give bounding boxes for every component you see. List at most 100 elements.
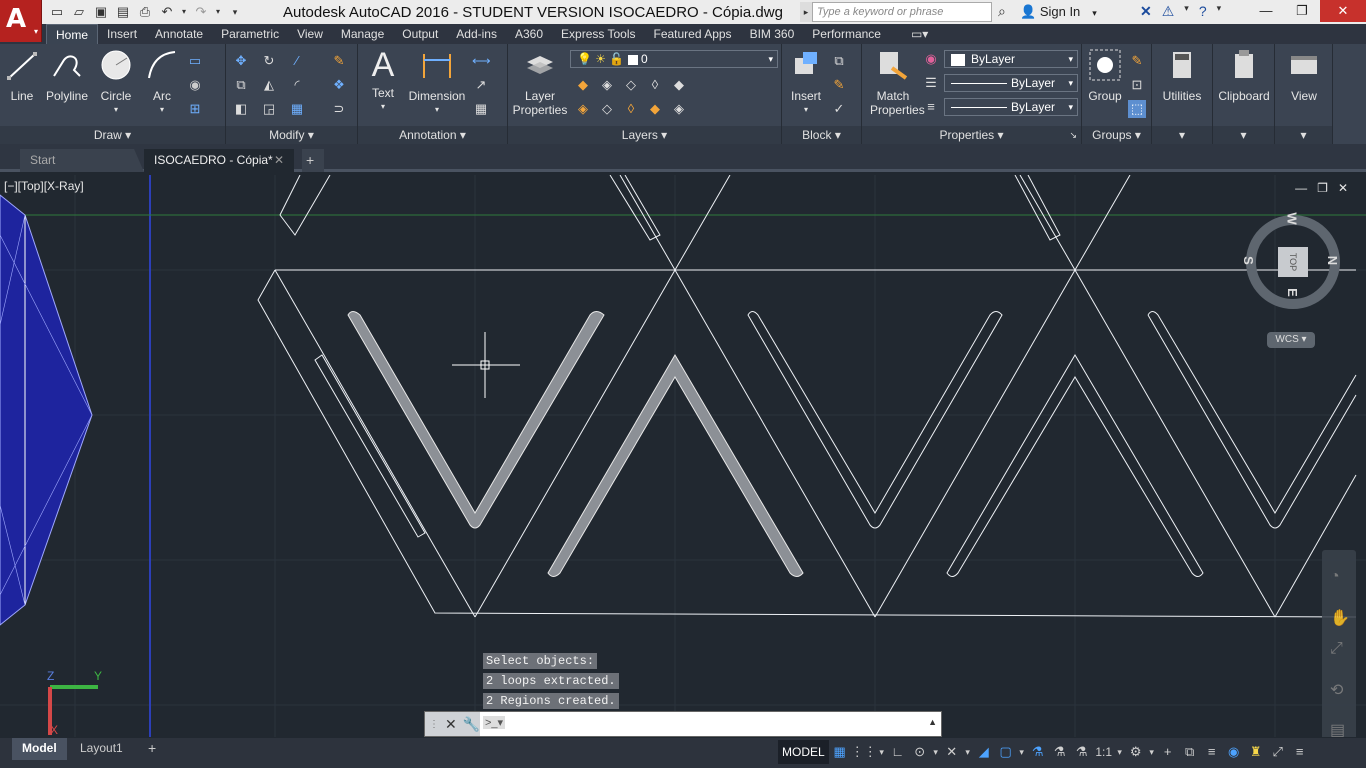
- drawing-canvas[interactable]: [−][Top][X-Ray] — ❐ ✕ TOP W E S N WCS ▾ …: [0, 175, 1366, 737]
- compass-e[interactable]: E: [1285, 288, 1300, 297]
- sign-in-button[interactable]: 👤 Sign In ▾: [1020, 4, 1097, 20]
- tab-express-tools[interactable]: Express Tools: [552, 24, 644, 44]
- erase-icon[interactable]: ✎: [330, 52, 348, 70]
- close-icon[interactable]: ✕: [445, 716, 457, 733]
- command-input[interactable]: [505, 715, 925, 733]
- tab-start[interactable]: Start: [20, 149, 144, 172]
- undo-icon[interactable]: ↶: [158, 3, 176, 21]
- tab-output[interactable]: Output: [393, 24, 447, 44]
- edit-block-icon[interactable]: ✎: [830, 76, 848, 94]
- annotation-monitor-icon[interactable]: +: [1157, 740, 1179, 764]
- chevron-down-icon[interactable]: ▾: [1152, 126, 1212, 144]
- grid-icon[interactable]: ▦: [829, 740, 851, 764]
- trim-icon[interactable]: ⁄: [288, 52, 306, 70]
- fillet-icon[interactable]: ◜: [288, 76, 306, 94]
- drawing-area[interactable]: [0, 175, 1366, 737]
- model-space-button[interactable]: MODEL: [778, 740, 829, 764]
- utilities-panel[interactable]: Utilities ▾: [1152, 44, 1213, 144]
- binoculars-icon[interactable]: ⌕: [998, 3, 1006, 20]
- polar-icon[interactable]: ⊙: [909, 740, 931, 764]
- text-button[interactable]: A Text ▾: [364, 48, 402, 114]
- undo-dropdown-icon[interactable]: ▾: [180, 3, 188, 21]
- offset-icon[interactable]: ⊃: [330, 100, 348, 118]
- layer-tool-6-icon[interactable]: ◈: [574, 100, 592, 118]
- scale-icon[interactable]: ◲: [260, 100, 278, 118]
- viewport-controls-label[interactable]: [−][Top][X-Ray]: [4, 179, 84, 193]
- hardware-acceleration-icon[interactable]: ♜: [1245, 740, 1267, 764]
- block-panel-title[interactable]: Block ▾: [782, 126, 861, 144]
- tab-bim-360[interactable]: BIM 360: [741, 24, 804, 44]
- layer-dropdown[interactable]: 💡 ☀ 🔓 0 ▾: [570, 50, 778, 68]
- layer-tool-1-icon[interactable]: ◆: [574, 76, 592, 94]
- layer-tool-3-icon[interactable]: ◇: [622, 76, 640, 94]
- group-edit-icon[interactable]: ⊡: [1128, 76, 1146, 94]
- lineweight-dropdown[interactable]: ByLayer ▾: [944, 98, 1078, 116]
- group-button[interactable]: Group: [1084, 48, 1126, 103]
- restore-viewport-icon[interactable]: ❐: [1317, 181, 1328, 195]
- annotation-scale-icon[interactable]: ⚗: [1071, 740, 1093, 764]
- annotation-scale-value[interactable]: 1:1: [1093, 740, 1115, 764]
- viewcube-top-face[interactable]: TOP: [1278, 247, 1308, 277]
- mirror-icon[interactable]: ◭: [260, 76, 278, 94]
- command-prompt-icon[interactable]: >_▾: [483, 716, 506, 729]
- a360-icon[interactable]: ⚠: [1162, 3, 1175, 20]
- compass-s[interactable]: S: [1241, 256, 1256, 265]
- zoom-extents-icon[interactable]: ⤢: [1330, 640, 1343, 658]
- add-layout-button[interactable]: +: [138, 738, 166, 760]
- showmotion-icon[interactable]: ▤: [1330, 720, 1345, 737]
- customize-wrench-icon[interactable]: 🔧: [463, 716, 480, 733]
- units-icon[interactable]: ⧉: [1179, 740, 1201, 764]
- tab-featured-apps[interactable]: Featured Apps: [645, 24, 741, 44]
- tab-insert[interactable]: Insert: [98, 24, 146, 44]
- object-snap-tracking-icon[interactable]: ✕: [941, 740, 963, 764]
- layer-properties-button[interactable]: Layer Properties: [512, 48, 568, 117]
- new-tab-button[interactable]: +: [302, 149, 324, 172]
- search-expand-icon[interactable]: ▸: [800, 2, 812, 22]
- workspace-gear-icon[interactable]: ⚙: [1125, 740, 1147, 764]
- ungroup-icon[interactable]: ✎: [1128, 52, 1146, 70]
- line-button[interactable]: Line: [4, 48, 40, 103]
- chevron-down-icon[interactable]: ▾: [877, 740, 887, 764]
- isolate-objects-icon[interactable]: ◉: [1223, 740, 1245, 764]
- clean-screen-icon[interactable]: ⤢: [1267, 740, 1289, 764]
- customize-qat-icon[interactable]: ▾: [226, 3, 244, 21]
- snap-icon[interactable]: ⋮⋮: [851, 740, 877, 764]
- minimize-viewport-icon[interactable]: —: [1295, 181, 1307, 195]
- properties-panel-title[interactable]: Properties ▾ ↘: [862, 126, 1081, 144]
- lineweight-icon[interactable]: ◢: [973, 740, 995, 764]
- view-button[interactable]: View: [1277, 48, 1331, 103]
- block-attrib-icon[interactable]: ✓: [830, 100, 848, 118]
- region-icon[interactable]: ⊞: [186, 100, 204, 118]
- chevron-down-icon[interactable]: ▾: [1217, 3, 1222, 20]
- arc-button[interactable]: Arc ▾: [142, 48, 182, 117]
- utilities-button[interactable]: Utilities: [1154, 48, 1210, 103]
- chevron-down-icon[interactable]: ▾: [1184, 3, 1189, 20]
- layer-tool-2-icon[interactable]: ◈: [598, 76, 616, 94]
- tab-manage[interactable]: Manage: [332, 24, 393, 44]
- chevron-down-icon[interactable]: ▾: [1275, 126, 1332, 144]
- ortho-icon[interactable]: ∟: [887, 740, 909, 764]
- customization-icon[interactable]: ≡: [1289, 740, 1311, 764]
- steering-wheel-icon[interactable]: ◔: [1330, 568, 1340, 586]
- chevron-down-icon[interactable]: ▾: [1213, 126, 1274, 144]
- dimension-button[interactable]: Dimension ▾: [404, 48, 470, 117]
- explode-icon[interactable]: ❖: [330, 76, 348, 94]
- create-block-icon[interactable]: ⧉: [830, 52, 848, 70]
- chevron-down-icon[interactable]: ▾: [1115, 740, 1125, 764]
- layer-tool-10-icon[interactable]: ◈: [670, 100, 688, 118]
- linetype-icon[interactable]: ☰: [922, 74, 940, 92]
- annotation-panel-title[interactable]: Annotation ▾: [358, 126, 507, 144]
- clipboard-button[interactable]: Clipboard: [1215, 48, 1273, 103]
- modify-panel-title[interactable]: Modify ▾: [226, 126, 357, 144]
- pan-icon[interactable]: ✋: [1330, 608, 1350, 628]
- layer-tool-7-icon[interactable]: ◇: [598, 100, 616, 118]
- draw-panel-title[interactable]: Draw ▾: [0, 126, 225, 144]
- redo-icon[interactable]: ↷: [192, 3, 210, 21]
- hatch-icon[interactable]: ◉: [186, 76, 204, 94]
- layer-tool-8-icon[interactable]: ◊: [622, 100, 640, 118]
- polyline-button[interactable]: Polyline: [44, 48, 90, 103]
- redo-dropdown-icon[interactable]: ▾: [214, 3, 222, 21]
- save-icon[interactable]: ▣: [92, 3, 110, 21]
- linear-dim-icon[interactable]: ⟷: [472, 52, 491, 70]
- print-icon[interactable]: ⎙: [136, 3, 154, 21]
